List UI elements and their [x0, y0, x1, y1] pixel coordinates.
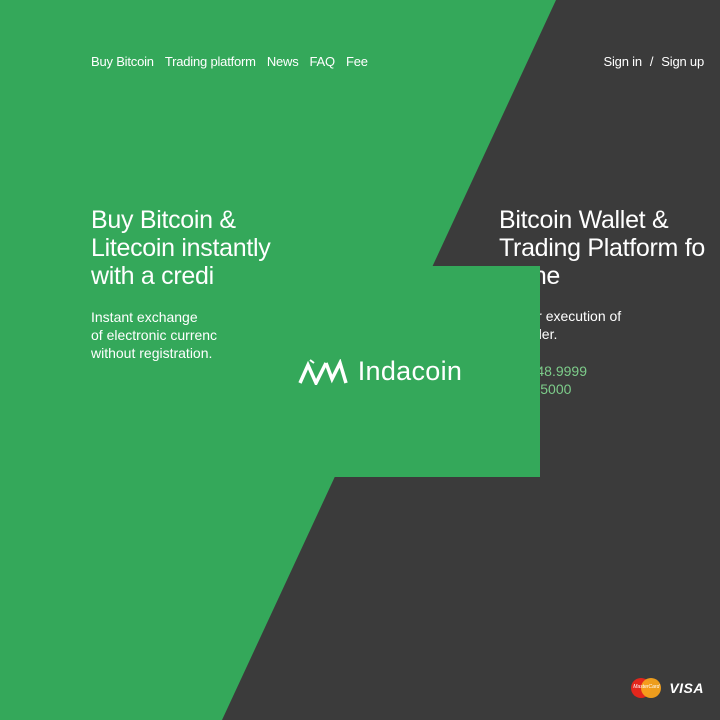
- visa-icon: VISA: [669, 680, 704, 696]
- sign-in-link[interactable]: Sign in: [604, 54, 643, 69]
- payment-methods: MasterCard VISA: [631, 678, 704, 698]
- mastercard-label: MasterCard: [633, 684, 660, 690]
- nav-faq[interactable]: FAQ: [310, 54, 336, 69]
- nav-news[interactable]: News: [267, 54, 299, 69]
- brand-overlay: Indacoin: [220, 266, 540, 477]
- auth-links: Sign in / Sign up: [604, 54, 705, 69]
- indacoin-logo-icon: [298, 358, 348, 385]
- mastercard-icon: MasterCard: [631, 678, 662, 698]
- nav-buy-bitcoin[interactable]: Buy Bitcoin: [91, 54, 154, 69]
- nav-fee[interactable]: Fee: [346, 54, 368, 69]
- sign-up-link[interactable]: Sign up: [661, 54, 704, 69]
- nav-trading-platform[interactable]: Trading platform: [165, 54, 256, 69]
- main-nav: Buy Bitcoin Trading platform News FAQ Fe…: [91, 54, 368, 69]
- auth-separator: /: [649, 54, 654, 69]
- indacoin-logo: Indacoin: [298, 356, 462, 387]
- indacoin-brand-name: Indacoin: [357, 356, 463, 386]
